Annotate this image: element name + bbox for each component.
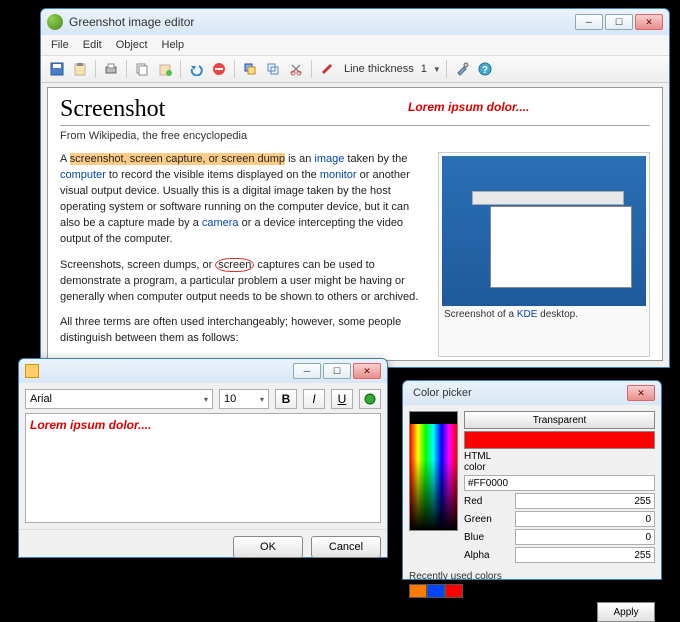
thumbnail-caption: Screenshot of a KDE desktop. bbox=[442, 306, 646, 323]
link-computer[interactable]: computer bbox=[60, 169, 106, 181]
article-body: A screenshot, screen capture, or screen … bbox=[60, 152, 426, 357]
red-label: Red bbox=[464, 496, 512, 507]
duplicate-icon[interactable] bbox=[263, 59, 283, 79]
window-title: Greenshot image editor bbox=[69, 15, 575, 29]
highlighted-text[interactable]: screenshot, screen capture, or screen du… bbox=[70, 153, 285, 165]
dialog-titlebar[interactable]: ─ ☐ ✕ bbox=[19, 359, 387, 383]
svg-text:?: ? bbox=[482, 65, 488, 76]
red-input[interactable] bbox=[515, 493, 655, 509]
minimize-button[interactable]: ─ bbox=[575, 14, 603, 30]
current-color-swatch bbox=[464, 431, 655, 449]
undo-icon[interactable] bbox=[186, 59, 206, 79]
chevron-down-icon[interactable]: ▾ bbox=[204, 395, 208, 404]
link-image[interactable]: image bbox=[314, 153, 344, 165]
clipboard-icon[interactable] bbox=[70, 59, 90, 79]
alpha-input[interactable] bbox=[515, 547, 655, 563]
ok-button[interactable]: OK bbox=[233, 536, 303, 558]
font-family-combo[interactable]: Arial ▾ bbox=[25, 389, 213, 409]
line-color-icon[interactable] bbox=[317, 59, 337, 79]
link-camera[interactable]: camera bbox=[202, 217, 239, 229]
color-picker-close-button[interactable]: ✕ bbox=[627, 385, 655, 401]
recent-colors-label: Recently used colors bbox=[409, 571, 655, 582]
dialog-maximize-button[interactable]: ☐ bbox=[323, 363, 351, 379]
copy-icon[interactable] bbox=[132, 59, 152, 79]
print-icon[interactable] bbox=[101, 59, 121, 79]
recent-colors bbox=[409, 584, 655, 598]
bold-button[interactable]: B bbox=[275, 389, 297, 409]
menu-object[interactable]: Object bbox=[116, 39, 148, 51]
menu-edit[interactable]: Edit bbox=[83, 39, 102, 51]
menu-file[interactable]: File bbox=[51, 39, 69, 51]
font-color-button[interactable] bbox=[359, 389, 381, 409]
color-picker-dialog: Color picker ✕ Transparent HTML color Re… bbox=[402, 380, 662, 580]
delete-icon[interactable] bbox=[209, 59, 229, 79]
apply-button[interactable]: Apply bbox=[597, 602, 655, 622]
text-content-area[interactable]: Lorem ipsum dolor.... bbox=[25, 413, 381, 523]
link-monitor[interactable]: monitor bbox=[320, 169, 357, 181]
italic-button[interactable]: I bbox=[303, 389, 325, 409]
thumbnail-image[interactable] bbox=[442, 156, 646, 306]
cancel-button[interactable]: Cancel bbox=[311, 536, 381, 558]
annotation-text[interactable]: Lorem ipsum dolor.... bbox=[408, 100, 529, 114]
help-icon[interactable]: ? bbox=[475, 59, 495, 79]
save-icon[interactable] bbox=[47, 59, 67, 79]
recent-swatch[interactable] bbox=[427, 584, 445, 598]
settings-icon[interactable] bbox=[452, 59, 472, 79]
link-kde[interactable]: KDE bbox=[517, 309, 538, 320]
menubar: File Edit Object Help bbox=[41, 35, 669, 56]
line-thickness-label: Line thickness bbox=[344, 63, 414, 75]
editor-canvas[interactable]: Lorem ipsum dolor.... Screenshot From Wi… bbox=[47, 87, 663, 361]
dialog-icon bbox=[25, 364, 39, 378]
green-label: Green bbox=[464, 514, 512, 525]
color-picker-title: Color picker bbox=[409, 387, 627, 399]
app-icon bbox=[47, 14, 63, 30]
underline-button[interactable]: U bbox=[331, 389, 353, 409]
text-editor-dialog: ─ ☐ ✕ Arial ▾ 10 ▾ B I U Lorem ipsum dol… bbox=[18, 358, 388, 558]
paste-icon[interactable] bbox=[155, 59, 175, 79]
titlebar[interactable]: Greenshot image editor ─ ☐ ✕ bbox=[41, 9, 669, 35]
main-editor-window: Greenshot image editor ─ ☐ ✕ File Edit O… bbox=[40, 8, 670, 368]
chevron-down-icon[interactable]: ▼ bbox=[433, 65, 441, 74]
line-thickness-value[interactable]: 1 bbox=[421, 63, 427, 75]
dialog-minimize-button[interactable]: ─ bbox=[293, 363, 321, 379]
thumbnail-box: Screenshot of a KDE desktop. bbox=[438, 152, 650, 357]
recent-swatch[interactable] bbox=[445, 584, 463, 598]
cut-icon[interactable] bbox=[286, 59, 306, 79]
circled-text[interactable]: screen bbox=[215, 258, 254, 272]
alpha-label: Alpha bbox=[464, 550, 512, 561]
page-subtitle: From Wikipedia, the free encyclopedia bbox=[60, 130, 650, 142]
page-heading: Screenshot bbox=[60, 96, 650, 126]
html-color-input[interactable] bbox=[464, 475, 655, 491]
menu-help[interactable]: Help bbox=[162, 39, 185, 51]
font-size-combo[interactable]: 10 ▾ bbox=[219, 389, 269, 409]
transparent-button[interactable]: Transparent bbox=[464, 411, 655, 429]
blue-input[interactable] bbox=[515, 529, 655, 545]
close-button[interactable]: ✕ bbox=[635, 14, 663, 30]
toolbar: Line thickness 1 ▼ ? bbox=[41, 56, 669, 83]
maximize-button[interactable]: ☐ bbox=[605, 14, 633, 30]
color-palette[interactable] bbox=[409, 411, 458, 531]
html-color-label: HTML color bbox=[464, 451, 512, 473]
green-input[interactable] bbox=[515, 511, 655, 527]
chevron-down-icon[interactable]: ▾ bbox=[260, 395, 264, 404]
recent-swatch[interactable] bbox=[409, 584, 427, 598]
dialog-close-button[interactable]: ✕ bbox=[353, 363, 381, 379]
blue-label: Blue bbox=[464, 532, 512, 543]
color-picker-titlebar[interactable]: Color picker ✕ bbox=[403, 381, 661, 405]
arrange-icon[interactable] bbox=[240, 59, 260, 79]
